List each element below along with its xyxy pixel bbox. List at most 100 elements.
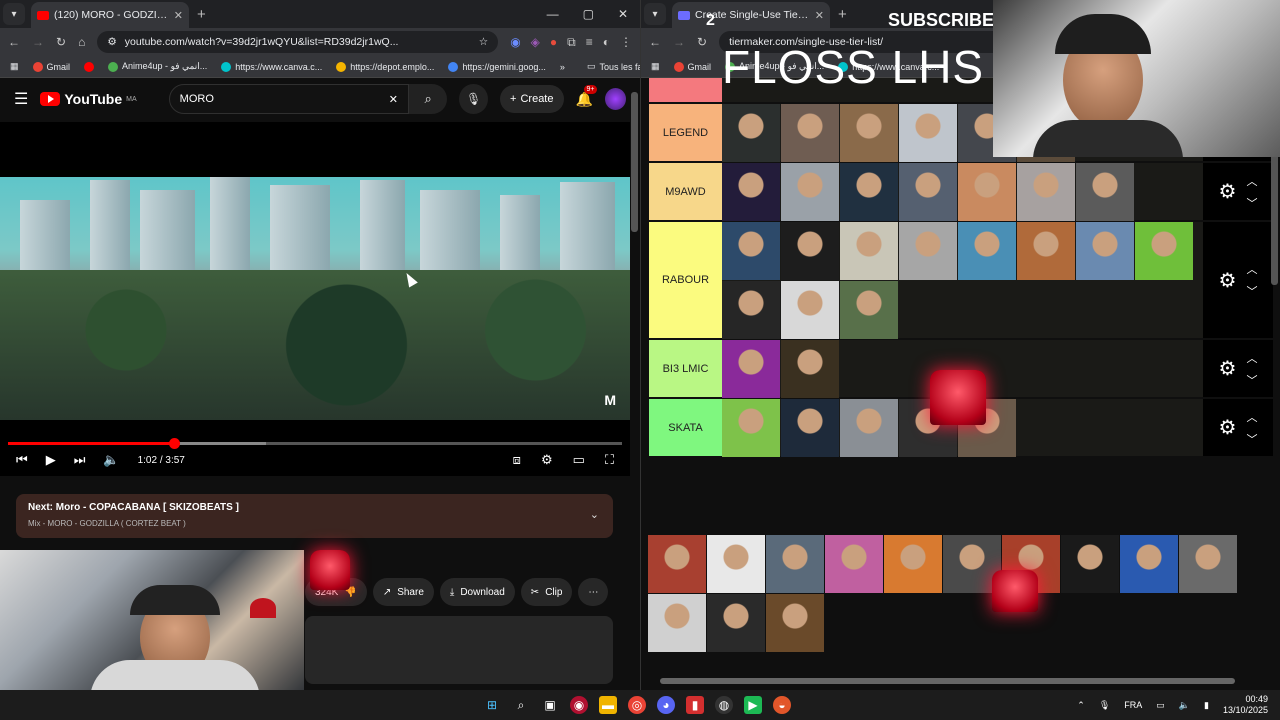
forward-icon[interactable]: → bbox=[673, 35, 685, 49]
youtube-logo[interactable]: YouTube MA bbox=[40, 91, 137, 107]
fullscreen-icon[interactable]: ⛶ bbox=[605, 452, 614, 468]
extension-icon[interactable]: ◈ bbox=[531, 35, 540, 50]
tier-label[interactable] bbox=[649, 78, 722, 102]
kebab-menu-icon[interactable]: ⋮ bbox=[620, 35, 632, 50]
tier-item-image[interactable] bbox=[899, 104, 957, 162]
tier-item-image[interactable] bbox=[781, 104, 839, 162]
video-frame[interactable]: M bbox=[0, 177, 630, 420]
captions-icon[interactable]: ⧈ bbox=[513, 452, 521, 468]
pool-item-image[interactable] bbox=[648, 594, 706, 652]
obs-icon[interactable]: ◍ bbox=[715, 696, 733, 714]
tier-item-image[interactable] bbox=[840, 399, 898, 457]
tier-settings-icon[interactable]: ⚙ bbox=[1219, 356, 1237, 381]
network-icon[interactable]: ▭ bbox=[1156, 700, 1165, 711]
tier-item-image[interactable] bbox=[722, 222, 780, 280]
minimize-icon[interactable]: — bbox=[547, 7, 559, 21]
tier-item-image[interactable] bbox=[722, 281, 780, 339]
tab-youtube[interactable]: (120) MORO - GODZILLA ( COR ✕ bbox=[31, 2, 189, 28]
share-button[interactable]: ↗ Share bbox=[372, 578, 434, 606]
search-input[interactable]: MORO ✕ bbox=[168, 84, 409, 114]
search-button[interactable]: ⌕ bbox=[409, 84, 448, 114]
download-button[interactable]: ⤓ Download bbox=[439, 578, 515, 606]
settings-icon[interactable]: ⚙ bbox=[541, 452, 553, 468]
chevron-down-icon[interactable]: ﹀ bbox=[1246, 372, 1257, 388]
page-scrollbar[interactable] bbox=[631, 92, 638, 232]
pool-item-image[interactable] bbox=[1120, 535, 1178, 593]
clear-search-icon[interactable]: ✕ bbox=[389, 93, 398, 106]
chevron-up-icon[interactable]: ︿ bbox=[1246, 409, 1257, 425]
channel-watermark[interactable]: M bbox=[604, 392, 616, 408]
volume-icon[interactable]: 🔈 bbox=[1179, 700, 1190, 711]
pool-item-image[interactable] bbox=[825, 535, 883, 593]
voice-search-button[interactable]: 🎙 bbox=[459, 84, 489, 114]
home-icon[interactable]: ⌂ bbox=[78, 35, 85, 49]
bookmark-gemini[interactable]: https://gemini.goog... bbox=[448, 61, 546, 72]
language-indicator[interactable]: FRA bbox=[1124, 700, 1142, 710]
windows-start-icon[interactable]: ⊞ bbox=[483, 696, 501, 714]
chevron-down-icon[interactable]: ﹀ bbox=[1246, 195, 1257, 211]
clock[interactable]: 00:49 13/10/2025 bbox=[1223, 694, 1268, 716]
extension-icon[interactable]: ◉ bbox=[510, 35, 520, 50]
app-icon[interactable]: ◒ bbox=[773, 696, 791, 714]
tab-search-icon[interactable]: ▾ bbox=[644, 3, 666, 25]
tab-tiermaker[interactable]: Create Single-Use Tier List (P ✕ bbox=[672, 2, 830, 28]
chevron-down-icon[interactable]: ﹀ bbox=[1246, 283, 1257, 299]
reload-icon[interactable]: ↻ bbox=[697, 35, 707, 49]
pool-item-image[interactable] bbox=[766, 535, 824, 593]
chevron-up-icon[interactable]: ︿ bbox=[1246, 261, 1257, 277]
chevron-down-icon[interactable]: ﹀ bbox=[1246, 431, 1257, 447]
tier-items[interactable] bbox=[722, 222, 1203, 339]
tier-settings-icon[interactable]: ⚙ bbox=[1219, 179, 1237, 204]
tier-settings-icon[interactable]: ⚙ bbox=[1219, 415, 1237, 440]
chevron-down-icon[interactable]: ⌄ bbox=[590, 508, 599, 521]
apps-grid-icon[interactable]: ▦ bbox=[651, 61, 660, 72]
chevron-up-icon[interactable]: ︿ bbox=[1246, 173, 1257, 189]
tier-item-image[interactable] bbox=[899, 222, 957, 280]
bookmark-star-icon[interactable]: ☆ bbox=[479, 36, 488, 48]
clip-button[interactable]: ✂ Clip bbox=[520, 578, 573, 606]
create-button[interactable]: + Create bbox=[500, 85, 564, 113]
tier-item-image[interactable] bbox=[722, 340, 780, 398]
video-player[interactable]: M ⏮ ▶ ⏭ 🔈 1:02 / 3:57 ⧈ ⚙ ▭ ⛶ bbox=[0, 122, 630, 476]
bookmark-anime4up[interactable]: Anime4up - انمي فو... bbox=[108, 61, 207, 72]
previous-icon[interactable]: ⏮ bbox=[16, 452, 28, 468]
maximize-icon[interactable]: ▢ bbox=[583, 7, 594, 21]
tier-item-image[interactable] bbox=[781, 222, 839, 280]
task-view-icon[interactable]: ▣ bbox=[541, 696, 559, 714]
battery-icon[interactable]: ▮ bbox=[1204, 700, 1209, 711]
bookmark-youtube[interactable] bbox=[84, 61, 95, 72]
app-icon[interactable]: ▶ bbox=[744, 696, 762, 714]
app-icon[interactable]: ◉ bbox=[570, 696, 588, 714]
pool-item-image[interactable] bbox=[707, 594, 765, 652]
tier-label[interactable]: M9AWD bbox=[649, 163, 722, 220]
scrubber-handle[interactable] bbox=[168, 438, 180, 449]
more-actions-button[interactable]: ⋯ bbox=[578, 578, 609, 606]
play-icon[interactable]: ▶ bbox=[46, 452, 56, 468]
theater-mode-icon[interactable]: ▭ bbox=[573, 452, 585, 468]
bookmark-canva[interactable]: https://www.canva.c... bbox=[221, 61, 322, 72]
search-icon[interactable]: ⌕ bbox=[512, 696, 530, 714]
pool-item-image[interactable] bbox=[648, 535, 706, 593]
tier-item-image[interactable] bbox=[1135, 222, 1193, 280]
description-box[interactable] bbox=[305, 616, 613, 684]
tier-item-image[interactable] bbox=[840, 222, 898, 280]
forward-icon[interactable]: → bbox=[32, 35, 44, 49]
volume-icon[interactable]: 🔈 bbox=[103, 452, 119, 468]
bookmark-depot[interactable]: https://depot.emplo... bbox=[336, 61, 434, 72]
all-favorites[interactable]: ▭Tous les favoris bbox=[587, 61, 640, 72]
up-next-panel[interactable]: Next: Moro - COPACABANA [ SKIZOBEATS ] M… bbox=[16, 494, 613, 538]
back-icon[interactable]: ← bbox=[8, 35, 20, 49]
account-avatar[interactable] bbox=[604, 88, 626, 110]
pool-item-image[interactable] bbox=[884, 535, 942, 593]
menu-icon[interactable]: ☰ bbox=[14, 89, 28, 109]
horizontal-scrollbar[interactable] bbox=[660, 678, 1235, 684]
bookmark-gmail[interactable]: Gmail bbox=[673, 61, 711, 72]
tier-item-image[interactable] bbox=[781, 340, 839, 398]
profile-avatar-icon[interactable]: ◐ bbox=[603, 35, 610, 50]
tier-item-image[interactable] bbox=[1076, 222, 1134, 280]
tab-search-icon[interactable]: ▾ bbox=[3, 3, 25, 25]
progress-bar[interactable] bbox=[8, 438, 622, 449]
tier-item-image[interactable] bbox=[840, 163, 898, 221]
bookmark-gmail[interactable]: Gmail bbox=[32, 61, 70, 72]
tier-items[interactable] bbox=[722, 163, 1203, 221]
